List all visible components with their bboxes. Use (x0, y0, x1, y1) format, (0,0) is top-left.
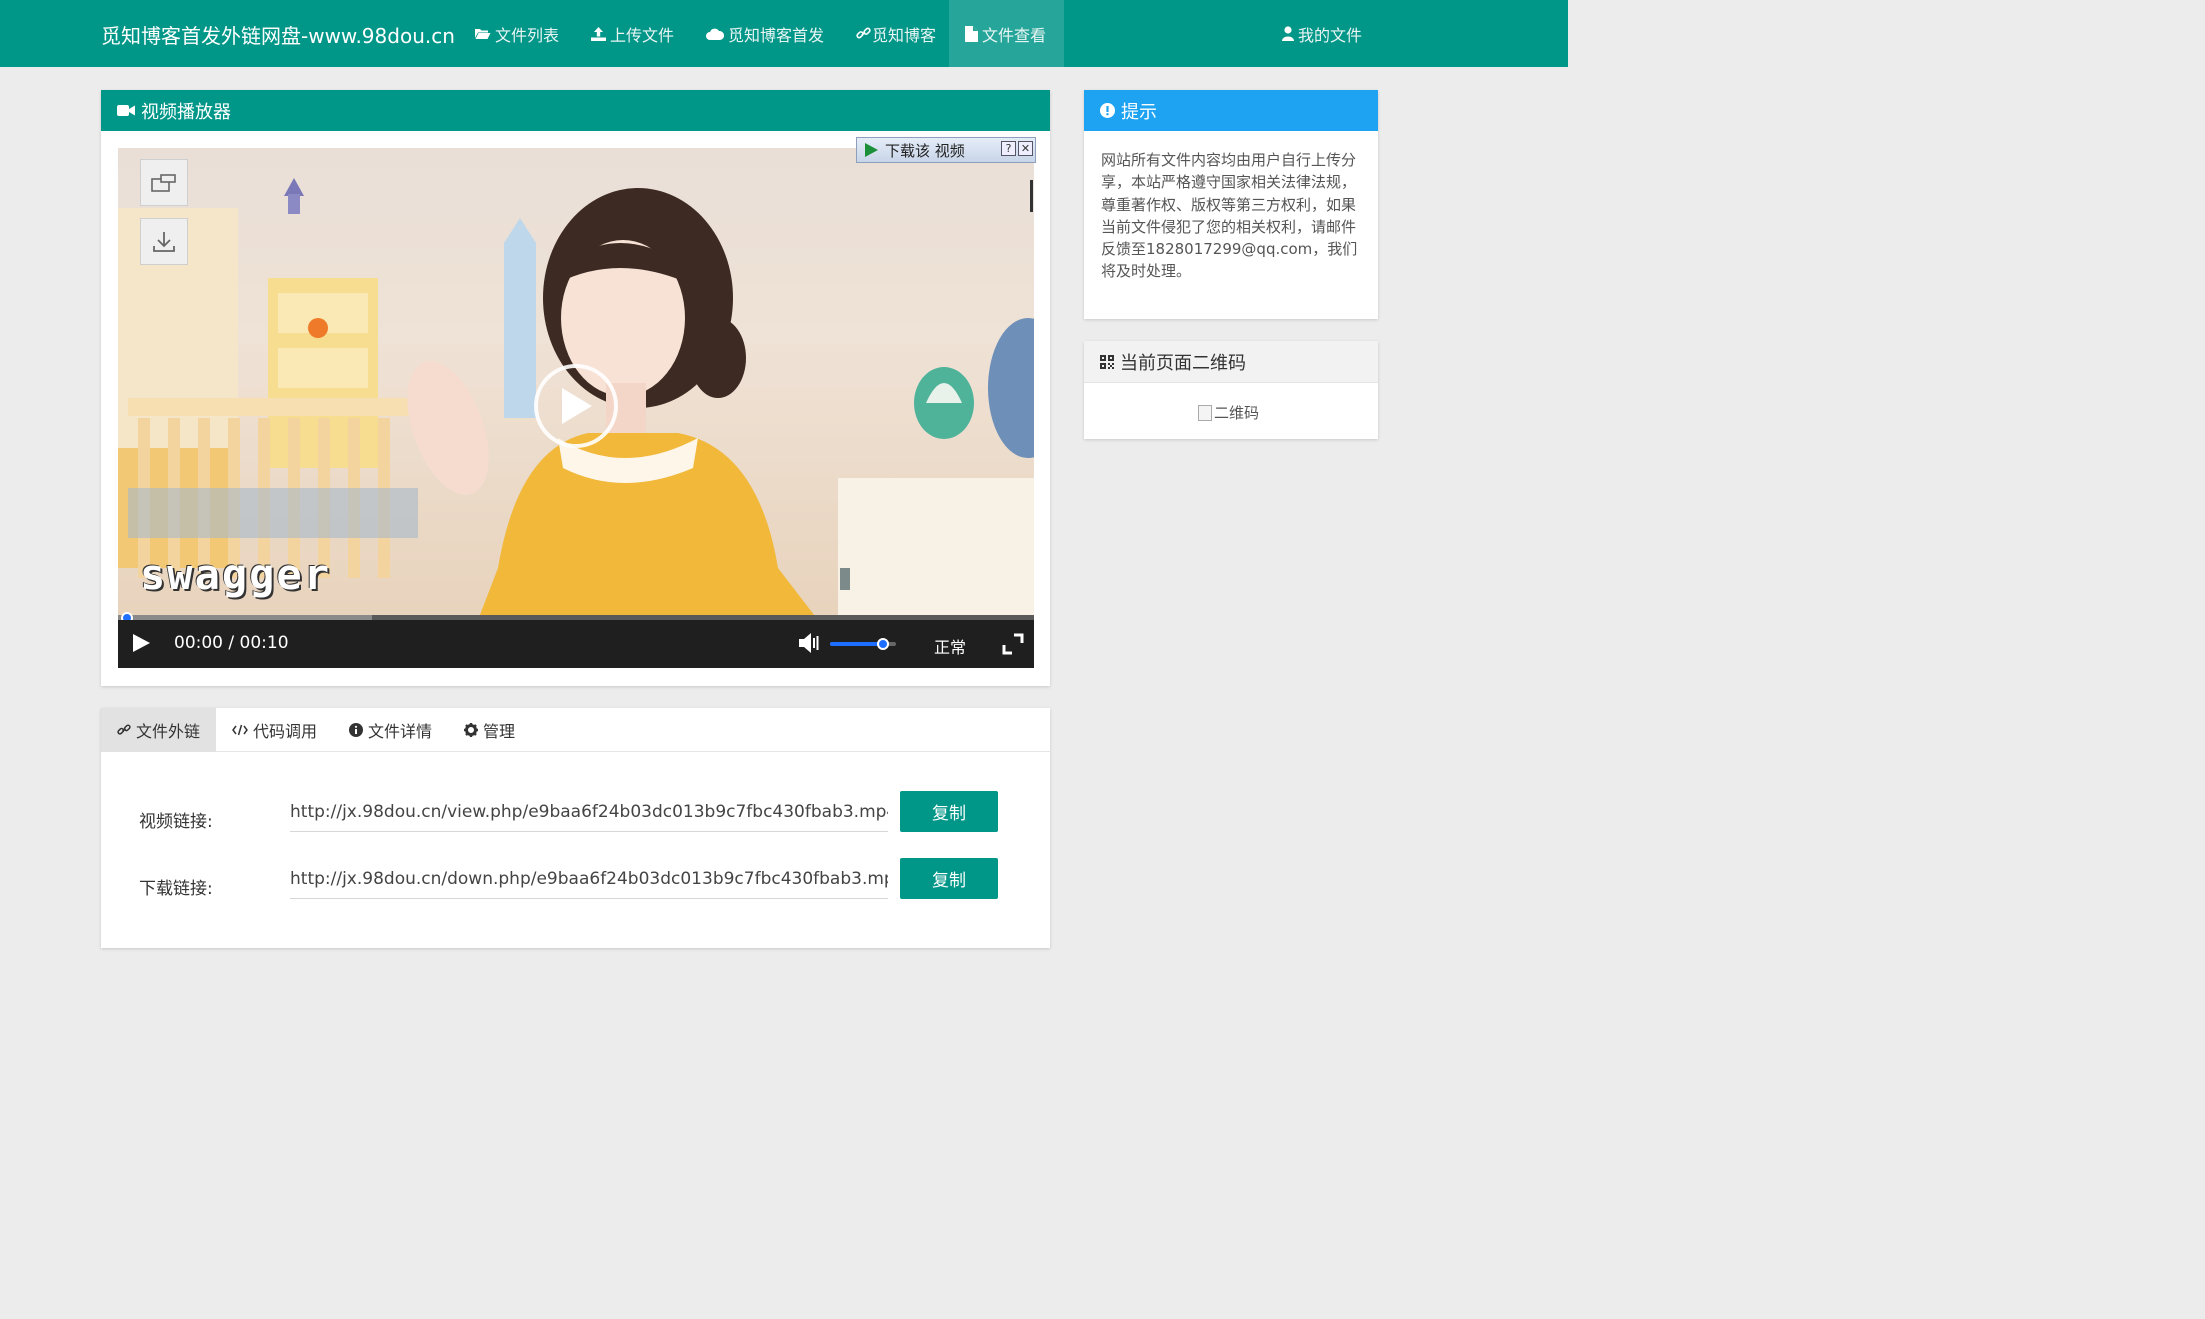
download-link-field[interactable]: http://jx.98dou.cn/down.php/e9baa6f24b03… (290, 859, 888, 899)
video-link-label: 视频链接: (139, 812, 213, 832)
nav-item-file-view[interactable]: 文件查看 (949, 0, 1064, 67)
video-camera-icon (117, 104, 135, 117)
tab-label: 文件外链 (136, 722, 201, 741)
cloud-icon (706, 28, 724, 40)
link-icon (856, 26, 871, 41)
upload-icon (591, 26, 606, 41)
fullscreen-button[interactable] (1002, 633, 1024, 655)
volume-handle[interactable] (877, 638, 889, 650)
user-icon (1282, 26, 1294, 41)
copy-video-link-button[interactable]: 复制 (900, 791, 998, 832)
gear-icon (464, 723, 479, 737)
play-arrow-icon (865, 143, 878, 157)
volume-slider[interactable] (830, 638, 896, 650)
play-button[interactable] (130, 632, 154, 656)
nav-item-file-list[interactable]: 文件列表 (458, 0, 575, 67)
nav-item-my-files[interactable]: 我的文件 (1266, 0, 1378, 67)
file-links-card: 文件外链 代码调用 文件详情 管理 视频链接: http://jx.98dou.… (101, 708, 1050, 948)
play-overlay-button[interactable] (534, 364, 618, 448)
tab-label: 文件详情 (368, 722, 433, 741)
qr-card: 当前页面二维码 二维码 (1084, 341, 1378, 439)
video-caption: swagger (140, 550, 332, 599)
tip-title: 提示 (1121, 101, 1157, 123)
code-icon (232, 724, 248, 736)
nav-label: 觅知博客 (872, 25, 937, 45)
nav-item-upload[interactable]: 上传文件 (575, 0, 690, 67)
link-icon (117, 723, 131, 737)
video-control-bar: 00:00 / 00:10 正常 (118, 620, 1034, 668)
qr-title: 当前页面二维码 (1120, 352, 1246, 374)
file-icon (965, 25, 978, 42)
tip-card-header: 提示 (1084, 90, 1378, 131)
folder-open-icon (474, 27, 491, 40)
tip-card: 提示 网站所有文件内容均由用户自行上传分享，本站严格遵守国家相关法律法规，尊重著… (1084, 90, 1378, 319)
tab-code-embed[interactable]: 代码调用 (216, 708, 333, 752)
tab-manage[interactable]: 管理 (448, 708, 531, 752)
video-player[interactable]: swagger 00:00 / 00:10 正常 (118, 148, 1034, 668)
video-link-field[interactable]: http://jx.98dou.cn/view.php/e9baa6f24b03… (290, 792, 888, 832)
tab-file-link[interactable]: 文件外链 (101, 708, 217, 752)
speed-button[interactable]: 正常 (934, 634, 966, 658)
top-navbar: 觅知博客首发外链网盘-www.98dou.cn 文件列表 上传文件 觅知博客首发… (0, 0, 1568, 67)
qr-alt-text: 二维码 (1214, 404, 1260, 422)
info-icon (349, 723, 364, 737)
nav-label: 我的文件 (1298, 25, 1363, 45)
links-tabs: 文件外链 代码调用 文件详情 管理 (101, 708, 1050, 752)
tab-label: 管理 (483, 722, 516, 741)
site-brand[interactable]: 觅知博客首发外链网盘-www.98dou.cn (101, 20, 455, 49)
nav-item-blog[interactable]: 觅知博客 (840, 0, 952, 67)
window-icon (151, 173, 176, 192)
download-video-label: 下载该 视频 (885, 141, 965, 160)
exclamation-circle-icon (1100, 103, 1115, 118)
volume-fill (830, 642, 883, 646)
download-video-overlay[interactable]: 下载该 视频 ? ✕ (856, 137, 1036, 163)
download-side-button[interactable] (140, 218, 188, 265)
video-frame[interactable]: swagger (118, 148, 1034, 620)
nav-label: 文件列表 (495, 25, 560, 45)
qrcode-icon (1100, 354, 1114, 369)
video-card-title: 视频播放器 (141, 101, 231, 123)
tab-label: 代码调用 (253, 722, 318, 741)
help-icon[interactable]: ? (1001, 141, 1016, 156)
copy-download-link-button[interactable]: 复制 (900, 858, 998, 899)
nav-label: 上传文件 (610, 25, 675, 45)
volume-button[interactable] (798, 632, 822, 656)
picture-in-picture-button[interactable] (140, 159, 188, 206)
close-icon[interactable]: ✕ (1018, 141, 1033, 156)
download-icon (153, 231, 175, 252)
time-display: 00:00 / 00:10 (174, 633, 289, 653)
nav-label: 觅知博客首发 (728, 25, 825, 45)
qr-image-placeholder: 二维码 (1198, 402, 1259, 423)
fullscreen-icon (1002, 633, 1024, 655)
play-icon (133, 634, 150, 652)
download-link-label: 下载链接: (139, 879, 213, 899)
nav-item-blog-first[interactable]: 觅知博客首发 (690, 0, 840, 67)
tip-text: 网站所有文件内容均由用户自行上传分享，本站严格遵守国家相关法律法规，尊重著作权、… (1101, 151, 1358, 281)
play-icon (562, 388, 592, 424)
volume-icon (799, 633, 819, 653)
tab-file-details[interactable]: 文件详情 (333, 708, 448, 752)
video-card-header: 视频播放器 (101, 90, 1050, 131)
nav-label: 文件查看 (982, 25, 1047, 45)
qr-card-header: 当前页面二维码 (1084, 341, 1378, 383)
scrollbar-indicator (1030, 180, 1033, 212)
broken-image-icon (1198, 404, 1212, 421)
video-player-card: 视频播放器 swagger 00:00 / 00:10 正常 下载该 视频 ? … (101, 90, 1050, 686)
